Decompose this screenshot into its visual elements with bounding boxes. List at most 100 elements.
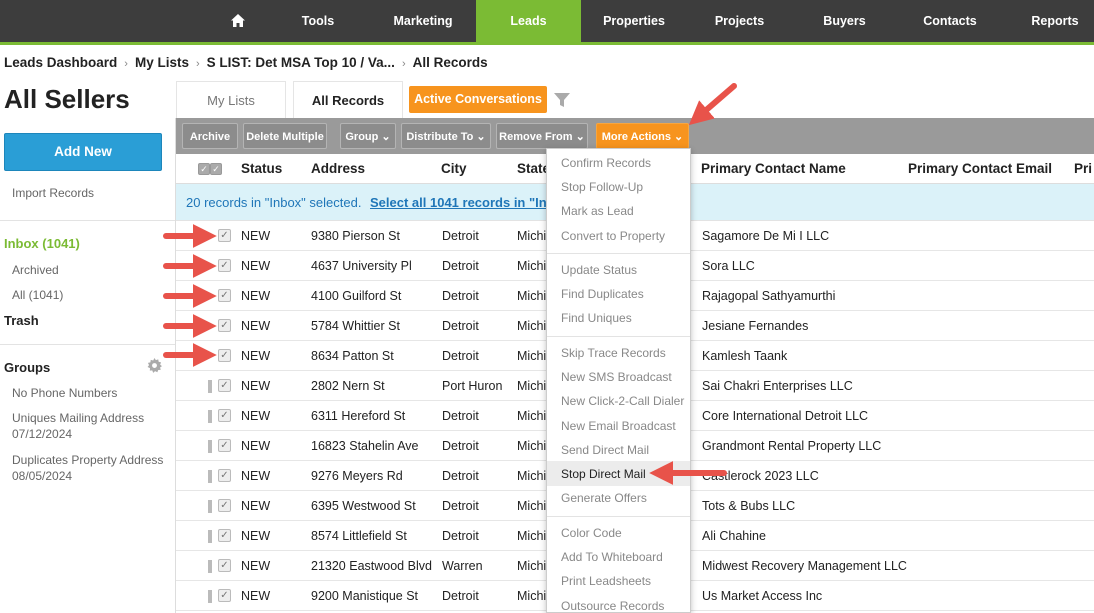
row-drag-handle[interactable] [208,380,212,393]
nav-reports[interactable]: Reports [1003,0,1094,42]
column-city[interactable]: City [441,161,467,176]
cell-city: Detroit [442,469,479,483]
more-actions-label: More Actions [601,131,671,143]
group-item[interactable]: Uniques Mailing Address [12,411,144,425]
nav-tools[interactable]: Tools [264,0,372,42]
add-new-button[interactable]: Add New [4,133,162,171]
nav-leads[interactable]: Leads [476,0,581,42]
breadcrumb-separator: › [124,58,128,70]
tab-all-records[interactable]: All Records [293,81,403,118]
menu-item-stop-direct-mail[interactable]: Stop Direct Mail [561,467,646,481]
nav-projects[interactable]: Projects [687,0,792,42]
breadcrumb-leads-dashboard[interactable]: Leads Dashboard [4,55,117,70]
menu-item-color-code[interactable]: Color Code [561,526,622,540]
cell-state: Michi [517,289,547,303]
row-drag-handle[interactable] [208,560,212,573]
column-primary-contact-name[interactable]: Primary Contact Name [701,161,846,176]
row-checkbox[interactable]: ✓ [218,499,231,512]
breadcrumb-my-lists[interactable]: My Lists [135,55,189,70]
delete-multiple-button[interactable]: Delete Multiple [243,123,327,149]
row-checkbox[interactable]: ✓ [218,589,231,602]
row-checkbox[interactable]: ✓ [218,559,231,572]
group-dropdown-button[interactable]: Group ⌄ [340,123,396,149]
menu-item-print-leadsheets[interactable]: Print Leadsheets [561,574,651,588]
menu-item-outsource-records[interactable]: Outsource Records [561,599,664,612]
menu-item-skip-trace-records[interactable]: Skip Trace Records [561,346,666,360]
sidebar-item-trash[interactable]: Trash [4,313,39,328]
cell-status: NEW [241,559,271,573]
row-drag-handle[interactable] [208,500,212,513]
cell-address: 4100 Guilford St [311,289,402,303]
menu-item-add-to-whiteboard[interactable]: Add To Whiteboard [561,550,663,564]
cell-state: Michi [517,439,547,453]
home-icon[interactable] [218,0,258,42]
row-drag-handle[interactable] [208,530,212,543]
filter-icon[interactable] [553,91,571,109]
cell-status: NEW [241,409,271,423]
menu-item-update-status[interactable]: Update Status [561,263,637,277]
cell-address: 9200 Manistique St [311,589,419,603]
menu-item-new-sms-broadcast[interactable]: New SMS Broadcast [561,370,672,384]
nav-buyers[interactable]: Buyers [792,0,897,42]
row-checkbox[interactable]: ✓ [218,469,231,482]
cell-primary-contact-name: Sagamore De Mi I LLC [702,229,830,243]
group-item[interactable]: Duplicates Property Address [12,453,163,467]
gear-icon[interactable] [147,358,162,373]
menu-item-generate-offers[interactable]: Generate Offers [561,491,647,505]
nav-contacts[interactable]: Contacts [897,0,1003,42]
more-actions-menu: Confirm Records Stop Follow-Up Mark as L… [546,148,691,613]
select-all-checkbox[interactable]: ✓ [210,163,222,175]
nav-accent-bar [0,42,1094,45]
menu-item-convert-to-property[interactable]: Convert to Property [561,229,665,243]
import-records-link[interactable]: Import Records [12,186,94,200]
row-drag-handle[interactable] [208,410,212,423]
menu-item-find-duplicates[interactable]: Find Duplicates [561,287,644,301]
row-drag-handle[interactable] [208,440,212,453]
select-all-checkbox[interactable]: ✓ [198,163,210,175]
cell-state: Michi [517,229,547,243]
menu-item-mark-as-lead[interactable]: Mark as Lead [561,204,634,218]
menu-item-find-uniques[interactable]: Find Uniques [561,311,632,325]
tab-active-conversations[interactable]: Active Conversations [409,86,547,113]
distribute-to-dropdown-button[interactable]: Distribute To ⌄ [401,123,491,149]
sidebar-item-inbox[interactable]: Inbox (1041) [4,236,80,251]
row-checkbox[interactable]: ✓ [218,439,231,452]
select-all-records-link[interactable]: Select all 1041 records in "Inb [370,195,555,210]
cell-address: 21320 Eastwood Blvd [311,559,432,573]
column-address[interactable]: Address [311,161,365,176]
group-item[interactable]: No Phone Numbers [12,386,117,400]
menu-item-confirm-records[interactable]: Confirm Records [561,156,651,170]
menu-item-new-click-2-call-dialer[interactable]: New Click-2-Call Dialer [561,394,684,408]
annotation-arrow-more-actions [688,83,737,126]
row-checkbox[interactable]: ✓ [218,379,231,392]
remove-from-dropdown-button[interactable]: Remove From ⌄ [496,123,588,149]
breadcrumb-list[interactable]: S LIST: Det MSA Top 10 / Va... [207,55,395,70]
row-checkbox[interactable]: ✓ [218,409,231,422]
cell-address: 5784 Whittier St [311,319,400,333]
column-primary-contact-email[interactable]: Primary Contact Email [908,161,1052,176]
row-checkbox[interactable]: ✓ [218,259,231,272]
sidebar-item-all[interactable]: All (1041) [12,288,63,302]
sidebar-item-archived[interactable]: Archived [12,263,59,277]
tab-my-lists[interactable]: My Lists [176,81,286,118]
cell-address: 16823 Stahelin Ave [311,439,419,453]
row-checkbox[interactable]: ✓ [218,349,231,362]
row-checkbox[interactable]: ✓ [218,319,231,332]
nav-marketing[interactable]: Marketing [370,0,476,42]
row-checkbox[interactable]: ✓ [218,289,231,302]
cell-status: NEW [241,529,271,543]
row-checkbox[interactable]: ✓ [218,529,231,542]
row-checkbox[interactable]: ✓ [218,229,231,242]
archive-button[interactable]: Archive [182,123,238,149]
column-status[interactable]: Status [241,161,282,176]
column-truncated[interactable]: Pri [1074,161,1092,176]
row-drag-handle[interactable] [208,590,212,603]
menu-item-stop-follow-up[interactable]: Stop Follow-Up [561,180,643,194]
menu-item-send-direct-mail[interactable]: Send Direct Mail [561,443,649,457]
cell-city: Detroit [442,409,479,423]
more-actions-dropdown-button[interactable]: More Actions ⌄ [596,123,689,149]
row-drag-handle[interactable] [208,470,212,483]
menu-item-new-email-broadcast[interactable]: New Email Broadcast [561,419,676,433]
breadcrumb-current: All Records [412,55,488,70]
nav-properties[interactable]: Properties [581,0,687,42]
